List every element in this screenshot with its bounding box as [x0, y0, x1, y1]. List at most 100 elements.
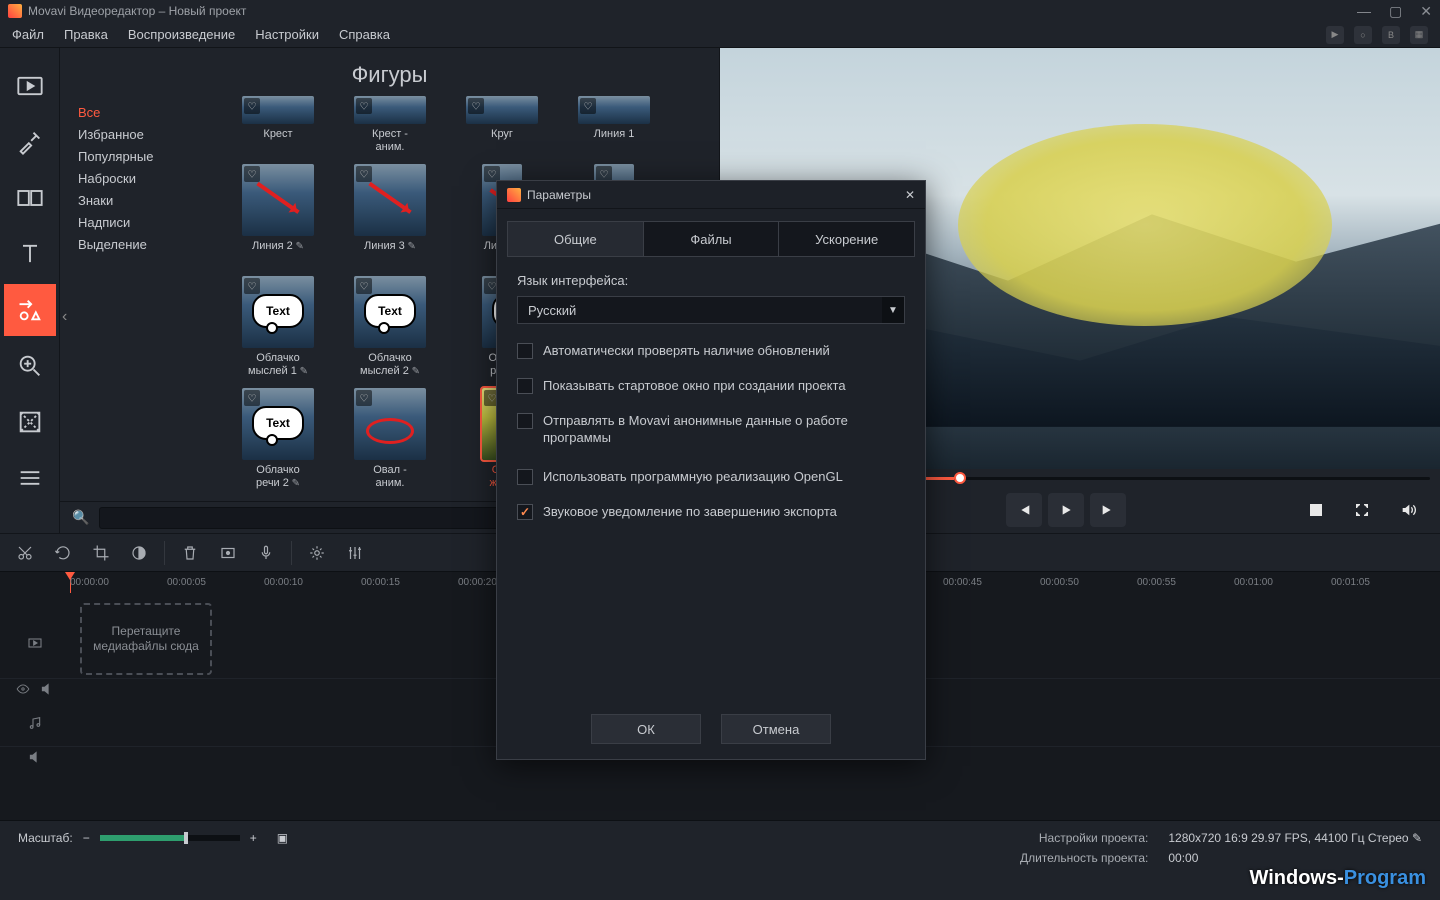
ok-icon[interactable]: ○: [1354, 26, 1372, 44]
category-signs[interactable]: Знаки: [78, 190, 215, 212]
ruler-tick: 00:00:05: [167, 577, 206, 588]
drop-media-hint[interactable]: Перетащите медиафайлы сюда: [80, 603, 212, 675]
category-highlight[interactable]: Выделение: [78, 234, 215, 256]
shape-thumb-label: Крест: [263, 128, 292, 156]
tab-acceleration[interactable]: Ускорение: [779, 221, 915, 257]
favorite-icon[interactable]: ♡: [356, 278, 372, 294]
maximize-button[interactable]: ▢: [1389, 3, 1402, 20]
shape-thumb-label: Линия 1: [594, 128, 635, 156]
zoom-in-button[interactable]: +: [250, 831, 257, 845]
shape-thumb-label: Облачко речи 2 ✎: [256, 464, 300, 492]
favorite-icon[interactable]: ♡: [244, 166, 260, 182]
tool-filters[interactable]: [4, 116, 56, 168]
checkbox-opt-4[interactable]: [517, 504, 533, 520]
checkbox-opt-2[interactable]: [517, 413, 533, 429]
language-dropdown[interactable]: Русский ▼: [517, 296, 905, 324]
tool-import[interactable]: [4, 60, 56, 112]
favorite-icon[interactable]: ♡: [356, 98, 372, 114]
favorite-icon[interactable]: ♡: [244, 390, 260, 406]
favorite-icon[interactable]: ♡: [468, 98, 484, 114]
record-tool[interactable]: [249, 538, 283, 568]
checkbox-opt-3[interactable]: [517, 469, 533, 485]
chevron-down-icon: ▼: [882, 297, 904, 323]
zoom-slider[interactable]: [100, 835, 240, 841]
zoom-out-button[interactable]: −: [83, 831, 90, 845]
next-frame-button[interactable]: [1090, 493, 1126, 527]
tool-zoom[interactable]: [4, 340, 56, 392]
dialog-close-button[interactable]: ✕: [905, 188, 915, 202]
minimize-button[interactable]: —: [1357, 3, 1371, 20]
close-button[interactable]: ✕: [1420, 3, 1432, 20]
equalizer-tool[interactable]: [338, 538, 372, 568]
shape-overlay-oval[interactable]: [958, 124, 1332, 326]
ruler-tick: 00:01:05: [1331, 577, 1370, 588]
color-tool[interactable]: [122, 538, 156, 568]
cancel-button[interactable]: Отмена: [721, 714, 831, 744]
fb-icon[interactable]: ▦: [1410, 26, 1428, 44]
ok-button[interactable]: ОК: [591, 714, 701, 744]
shape-thumb[interactable]: ♡: [578, 96, 650, 124]
audio-mute-icon[interactable]: [28, 750, 42, 764]
app-icon: [8, 4, 22, 18]
eye-icon[interactable]: [16, 682, 30, 696]
tool-transitions[interactable]: [4, 172, 56, 224]
menubar: Файл Правка Воспроизведение Настройки Сп…: [0, 22, 1440, 48]
crop-tool[interactable]: [84, 538, 118, 568]
window-title: Movavi Видеоредактор – Новый проект: [28, 4, 246, 18]
clip-props-tool[interactable]: [300, 538, 334, 568]
ruler-tick: 00:00:45: [943, 577, 982, 588]
shape-thumb[interactable]: ♡Text: [354, 276, 426, 348]
rotate-tool[interactable]: [46, 538, 80, 568]
wizard-tool[interactable]: [211, 538, 245, 568]
edit-proj-icon[interactable]: ✎: [1412, 831, 1422, 845]
menu-settings[interactable]: Настройки: [255, 27, 319, 42]
shape-thumb[interactable]: ♡: [354, 164, 426, 236]
volume-button[interactable]: [1390, 493, 1426, 527]
favorite-icon[interactable]: ♡: [580, 98, 596, 114]
undock-button[interactable]: [1298, 493, 1334, 527]
menu-edit[interactable]: Правка: [64, 27, 108, 42]
checkbox-opt-0[interactable]: [517, 343, 533, 359]
shape-thumb[interactable]: ♡: [466, 96, 538, 124]
category-favorites[interactable]: Избранное: [78, 124, 215, 146]
favorite-icon[interactable]: ♡: [356, 390, 372, 406]
favorite-icon[interactable]: ♡: [244, 98, 260, 114]
category-popular[interactable]: Популярные: [78, 146, 215, 168]
shape-thumb[interactable]: ♡: [354, 388, 426, 460]
menu-help[interactable]: Справка: [339, 27, 390, 42]
fullscreen-button[interactable]: [1344, 493, 1380, 527]
scrub-head[interactable]: [954, 472, 966, 484]
vk-icon[interactable]: В: [1382, 26, 1400, 44]
menu-file[interactable]: Файл: [12, 27, 44, 42]
checkbox-opt-1[interactable]: [517, 378, 533, 394]
tool-shapes[interactable]: [4, 284, 56, 336]
dialog-title: Параметры: [527, 188, 591, 202]
favorite-icon[interactable]: ♡: [356, 166, 372, 182]
category-all[interactable]: Все: [78, 102, 215, 124]
prev-frame-button[interactable]: [1006, 493, 1042, 527]
category-captions[interactable]: Надписи: [78, 212, 215, 234]
cut-tool[interactable]: [8, 538, 42, 568]
tool-titles[interactable]: [4, 228, 56, 280]
youtube-icon[interactable]: ▶: [1326, 26, 1344, 44]
shape-thumb[interactable]: ♡: [242, 164, 314, 236]
category-sketches[interactable]: Наброски: [78, 168, 215, 190]
status-bar: Масштаб: − + ▣ Настройки проекта: 1280x7…: [0, 820, 1440, 900]
tool-chroma[interactable]: [4, 396, 56, 448]
menu-play[interactable]: Воспроизведение: [128, 27, 235, 42]
fit-zoom-icon[interactable]: ▣: [277, 831, 288, 845]
play-button[interactable]: [1048, 493, 1084, 527]
shape-thumb[interactable]: ♡Text: [242, 388, 314, 460]
preferences-dialog: Параметры ✕ Общие Файлы Ускорение Язык и…: [496, 180, 926, 760]
tool-more[interactable]: [4, 452, 56, 504]
shape-thumb[interactable]: ♡: [354, 96, 426, 124]
tab-files[interactable]: Файлы: [644, 221, 780, 257]
delete-tool[interactable]: [173, 538, 207, 568]
tab-general[interactable]: Общие: [507, 221, 644, 257]
linked-audio-icon[interactable]: [40, 682, 54, 696]
ruler-tick: 00:01:00: [1234, 577, 1273, 588]
nav-prev-icon[interactable]: ‹: [62, 306, 67, 328]
favorite-icon[interactable]: ♡: [244, 278, 260, 294]
shape-thumb[interactable]: ♡Text: [242, 276, 314, 348]
shape-thumb[interactable]: ♡: [242, 96, 314, 124]
